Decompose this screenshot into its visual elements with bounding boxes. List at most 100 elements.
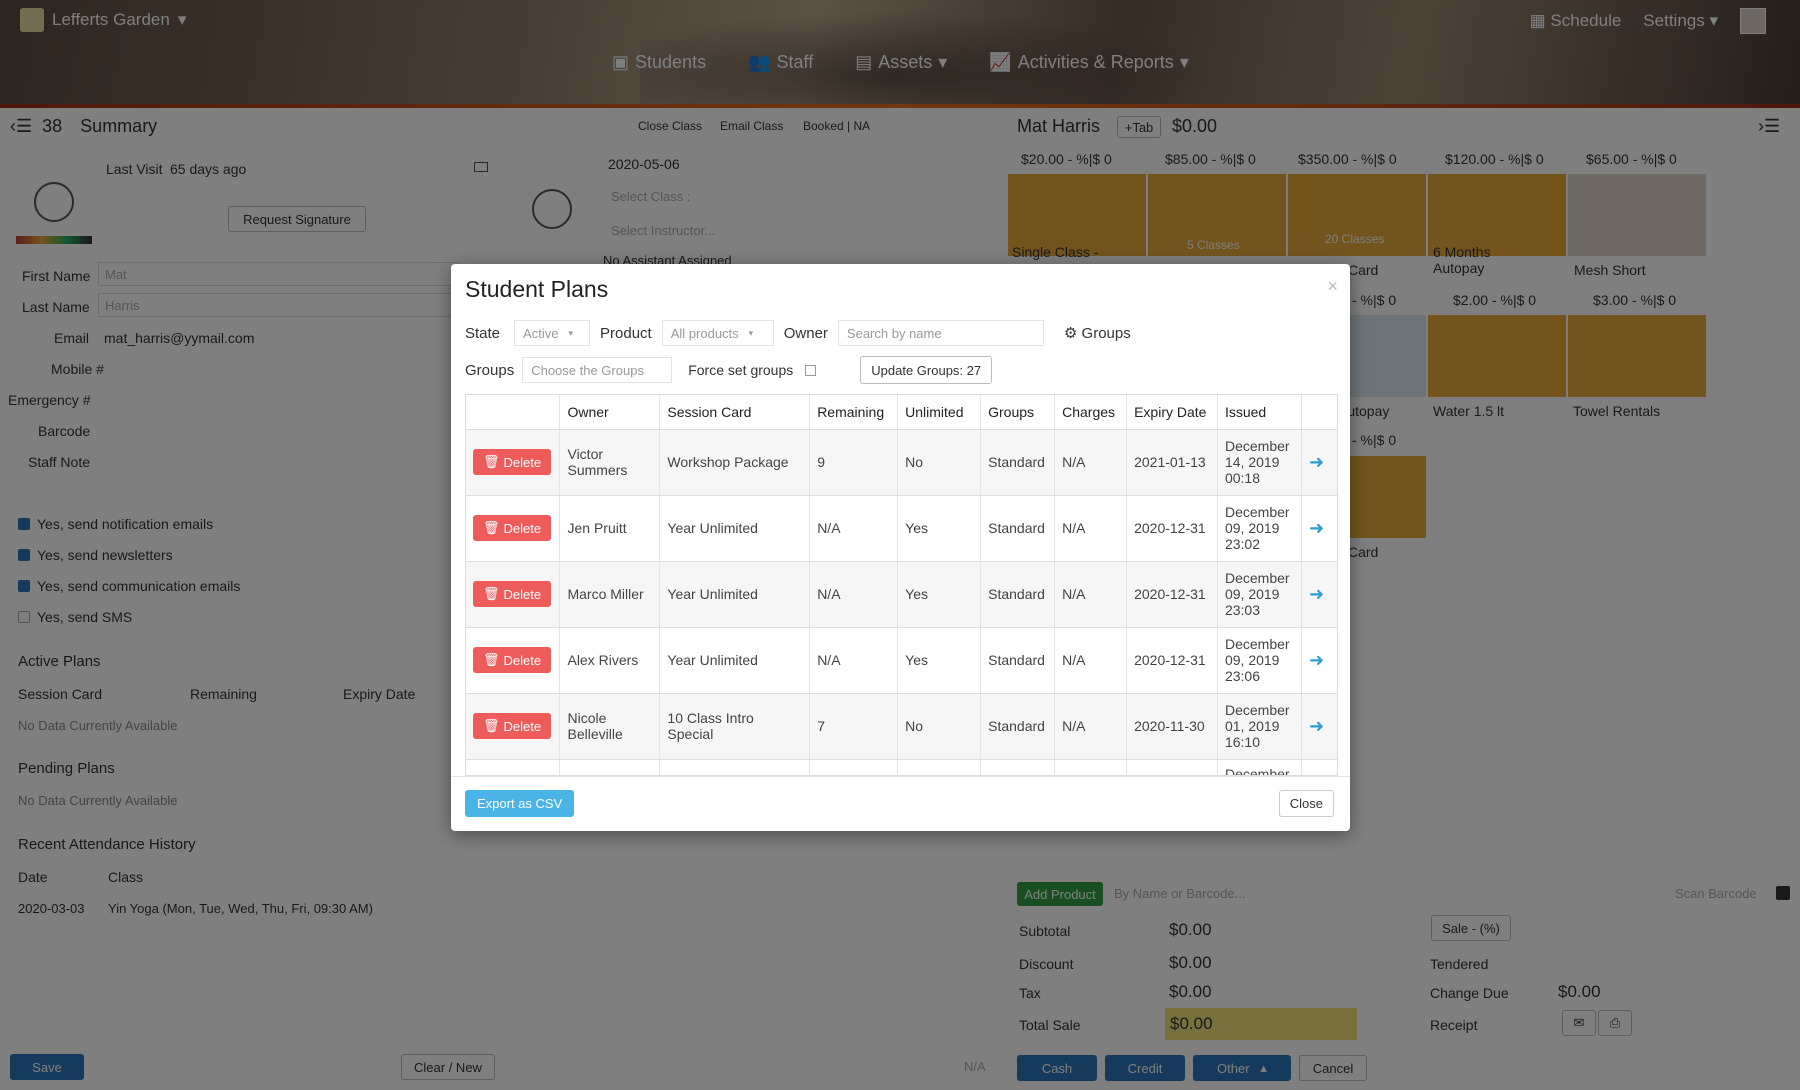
cell-issued: December 09, 2019 23:06: [1217, 627, 1302, 694]
cell-issued: December 09, 2019 23:03: [1217, 561, 1302, 628]
cell-charges: N/A: [1054, 627, 1128, 694]
table-row: 🗑 Delete Victor Summers Workshop Package …: [466, 429, 1337, 496]
delete-button[interactable]: 🗑 Delete: [473, 449, 552, 475]
cell-groups: Standard: [980, 693, 1056, 760]
cell-remaining: N/A: [809, 627, 899, 694]
cell-charges: N/A: [1054, 495, 1128, 562]
col-owner: Owner: [559, 395, 661, 430]
caret-icon: ▾: [568, 327, 573, 338]
cell-issued: December 01, 2019 16:10: [1217, 693, 1302, 760]
modal-footer: Export as CSV Close: [451, 776, 1350, 831]
groups-link[interactable]: ⚙ Groups: [1064, 324, 1131, 342]
table-row: 🗑 Delete Jen Pruitt Year Unlimited N/A Ye…: [466, 495, 1337, 562]
owner-label: Owner: [783, 324, 828, 342]
cell-expiry: [1126, 759, 1218, 775]
cell-groups: Standard: [980, 495, 1056, 562]
table-row: 🗑 Delete Nicole Belleville 10 Class Intro…: [466, 693, 1337, 760]
col-charges: Charges: [1054, 395, 1128, 430]
modal-title: Student Plans: [465, 276, 609, 302]
state-label: State: [465, 324, 501, 342]
cell-charges: N/A: [1054, 429, 1128, 496]
trash-icon: 🗑: [483, 718, 500, 733]
cell-remaining: N/A: [809, 495, 899, 562]
cell-remaining: 9: [809, 429, 899, 496]
cell-remaining: 7: [809, 693, 899, 760]
cell-expiry: 2020-11-30: [1126, 693, 1218, 760]
plans-table: Owner Session Card Remaining Unlimited G…: [465, 394, 1338, 776]
cell-owner: Marco Miller: [559, 561, 661, 628]
product-select[interactable]: All products ▾: [661, 320, 774, 346]
cell-unlimited: No: [897, 429, 982, 496]
delete-button[interactable]: 🗑 Delete: [473, 581, 552, 607]
col-go: [1301, 395, 1337, 430]
arrow-right-icon[interactable]: ➜: [1309, 518, 1324, 538]
gear-icon: ⚙: [1063, 325, 1078, 342]
cell-unlimited: Yes: [897, 495, 982, 562]
cell-expiry: 2021-01-13: [1126, 429, 1218, 496]
cell-expiry: 2020-12-31: [1126, 627, 1218, 694]
trash-icon: 🗑: [483, 586, 500, 601]
caret-icon: ▾: [748, 327, 754, 338]
col-groups: Groups: [980, 395, 1056, 430]
cell-issued: December: [1217, 759, 1302, 775]
cell-remaining: [809, 759, 899, 775]
cell-owner: Alex Rivers: [559, 627, 661, 694]
col-session-card: Session Card: [659, 395, 811, 430]
trash-icon: 🗑: [483, 454, 500, 469]
cell-issued: December 09, 2019 23:02: [1217, 495, 1302, 562]
cell-owner: Nicole Belleville: [559, 693, 661, 760]
cell-owner: [559, 759, 661, 775]
cell-card: Workshop Package: [659, 429, 811, 496]
cell-issued: December 14, 2019 00:18: [1217, 429, 1302, 496]
cell-unlimited: Yes: [897, 561, 982, 628]
cell-owner: Jen Pruitt: [559, 495, 661, 562]
update-groups-button[interactable]: Update Groups: 27: [860, 356, 993, 384]
col-actions: [466, 395, 561, 430]
trash-icon: 🗑: [483, 652, 500, 667]
owner-search-input[interactable]: Search by name: [837, 320, 1044, 346]
cell-unlimited: Yes: [897, 627, 982, 694]
cell-unlimited: No: [897, 693, 982, 760]
col-issued: Issued: [1217, 395, 1302, 430]
force-groups-checkbox[interactable]: [805, 364, 817, 376]
groups-label: Groups: [465, 361, 515, 379]
cell-card: [659, 759, 811, 775]
cell-groups: [980, 759, 1056, 775]
state-select[interactable]: Active ▾: [514, 320, 591, 346]
arrow-right-icon[interactable]: ➜: [1309, 452, 1324, 472]
groups-select[interactable]: Choose the Groups: [522, 357, 673, 383]
force-groups-label: Force set groups: [688, 362, 794, 378]
trash-icon: 🗑: [483, 520, 500, 535]
cell-expiry: 2020-12-31: [1126, 495, 1218, 562]
cell-groups: Standard: [980, 429, 1056, 496]
cell-expiry: 2020-12-31: [1126, 561, 1218, 628]
table-row: 🗑 Delete Alex Rivers Year Unlimited N/A Y…: [466, 627, 1337, 694]
delete-button[interactable]: 🗑 Delete: [473, 713, 552, 739]
product-label: Product: [600, 324, 652, 342]
cell-owner: Victor Summers: [559, 429, 661, 496]
col-unlimited: Unlimited: [897, 395, 982, 430]
cell-card: Year Unlimited: [659, 561, 811, 628]
cell-groups: Standard: [980, 627, 1056, 694]
cell-charges: [1054, 759, 1128, 775]
cell-groups: Standard: [980, 561, 1056, 628]
col-remaining: Remaining: [809, 395, 899, 430]
table-header: Owner Session Card Remaining Unlimited G…: [466, 395, 1337, 430]
export-csv-button[interactable]: Export as CSV: [465, 790, 575, 817]
student-plans-modal: Student Plans × State Active ▾ Product Al…: [451, 264, 1350, 831]
arrow-right-icon[interactable]: ➜: [1309, 650, 1324, 670]
delete-button[interactable]: 🗑 Delete: [473, 515, 552, 541]
cell-unlimited: [897, 759, 982, 775]
cell-card: Year Unlimited: [659, 495, 811, 562]
arrow-right-icon[interactable]: ➜: [1309, 584, 1324, 604]
close-icon[interactable]: ×: [1327, 276, 1338, 297]
cell-charges: N/A: [1054, 561, 1128, 628]
cell-card: Year Unlimited: [659, 627, 811, 694]
close-button[interactable]: Close: [1278, 790, 1334, 817]
table-row: 🗑 Delete Marco Miller Year Unlimited N/A …: [466, 561, 1337, 628]
cell-remaining: N/A: [809, 561, 899, 628]
arrow-right-icon[interactable]: ➜: [1309, 716, 1324, 736]
col-expiry: Expiry Date: [1126, 395, 1218, 430]
table-row: December: [466, 759, 1337, 775]
delete-button[interactable]: 🗑 Delete: [473, 647, 552, 673]
